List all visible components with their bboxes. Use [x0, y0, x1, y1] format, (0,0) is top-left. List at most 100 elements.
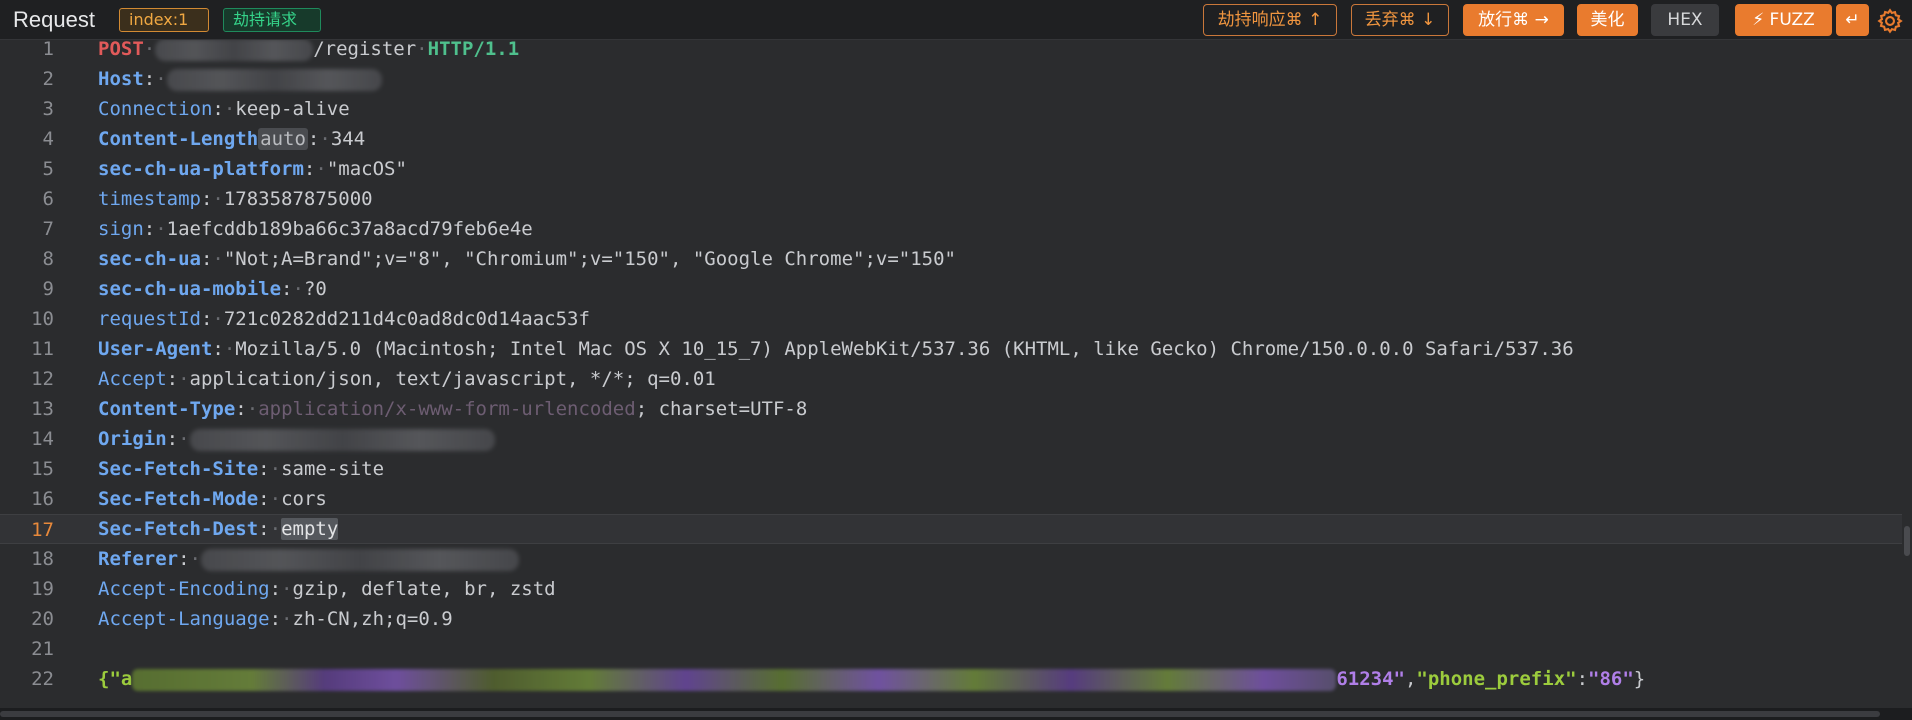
- hex-button[interactable]: HEX: [1651, 4, 1719, 36]
- line-number: 18: [31, 548, 54, 570]
- header-value: gzip, deflate, br, zstd: [292, 578, 556, 600]
- code-line[interactable]: 22 {"a 61234","phone_prefix":"86"}: [0, 664, 1904, 694]
- vertical-scrollbar[interactable]: [1902, 40, 1912, 708]
- code-line[interactable]: 18 Referer:·: [0, 544, 1904, 574]
- code-line[interactable]: 14 Origin:·: [0, 424, 1904, 454]
- header-value: "macOS": [326, 158, 407, 180]
- header-line: sec-ch-ua-platform:·"macOS": [98, 158, 407, 180]
- enter-button[interactable]: ↵: [1836, 4, 1869, 36]
- line-number: 19: [31, 578, 54, 600]
- header-line: Accept-Language:·zh-CN,zh;q=0.9: [98, 608, 453, 630]
- line-number: 15: [31, 458, 54, 480]
- code-line[interactable]: 6 timestamp:·1783587875000: [0, 184, 1904, 214]
- scrollbar-thumb[interactable]: [0, 711, 1880, 717]
- panel-title: Request: [13, 7, 95, 32]
- line-number: 7: [42, 218, 54, 240]
- line-number: 9: [42, 278, 54, 300]
- code-line[interactable]: 20 Accept-Language:·zh-CN,zh;q=0.9: [0, 604, 1904, 634]
- header-value: keep-alive: [235, 98, 350, 120]
- line-number: 1: [42, 40, 54, 60]
- request-editor[interactable]: 1 POST·/register·HTTP/1.1 2 Host:· 3 Con…: [0, 40, 1912, 708]
- header-value: ?0: [303, 278, 327, 300]
- header-key: sec-ch-ua-platform: [98, 158, 304, 180]
- header-key: Connection: [98, 98, 213, 120]
- http-method: POST: [98, 40, 144, 60]
- header-value: cors: [281, 488, 327, 510]
- code-line[interactable]: 21: [0, 634, 1904, 664]
- enter-icon: ↵: [1845, 10, 1860, 30]
- drop-button[interactable]: 丢弃⌘ ↓: [1351, 4, 1449, 36]
- line-number: 14: [31, 428, 54, 450]
- beautify-button[interactable]: 美化: [1577, 4, 1638, 36]
- line-number: 13: [31, 398, 54, 420]
- code-line[interactable]: 2 Host:·: [0, 64, 1904, 94]
- header-key: Accept: [98, 368, 167, 390]
- line-number: 17: [31, 519, 54, 541]
- header-line: Origin:·: [98, 424, 495, 454]
- request-line: POST·/register·HTTP/1.1: [98, 40, 520, 61]
- line-number: 22: [31, 668, 54, 690]
- code-line[interactable]: 19 Accept-Encoding:·gzip, deflate, br, z…: [0, 574, 1904, 604]
- header-line: requestId:·721c0282dd211d4c0ad8dc0d14aac…: [98, 308, 590, 330]
- code-line[interactable]: 4 Content-Length auto:·344: [0, 124, 1904, 154]
- header-key: Referer: [98, 548, 179, 570]
- header-line: Sec-Fetch-Dest:·empty: [98, 518, 339, 540]
- header-line: Content-Length auto:·344: [98, 128, 366, 150]
- header-value: application/json, text/javascript, */*; …: [189, 368, 716, 390]
- header-key: User-Agent: [98, 338, 213, 360]
- redacted-value: [200, 548, 519, 571]
- settings-button[interactable]: [1876, 7, 1904, 35]
- code-line[interactable]: 16 Sec-Fetch-Mode:·cors: [0, 484, 1904, 514]
- code-line[interactable]: 13 Content-Type:·application/x-www-form-…: [0, 394, 1904, 424]
- request-toolbar: Request index:1 劫持请求 劫持响应⌘ ↑ 丢弃⌘ ↓ 放行⌘ →…: [0, 0, 1912, 40]
- redacted-host: [155, 40, 314, 61]
- header-line: Accept:·application/json, text/javascrip…: [98, 368, 716, 390]
- request-path: /register: [313, 40, 417, 60]
- header-value: same-site: [281, 458, 385, 480]
- code-line[interactable]: 9 sec-ch-ua-mobile:·?0: [0, 274, 1904, 304]
- redacted-json: [132, 668, 1337, 691]
- intercept-response-button[interactable]: 劫持响应⌘ ↑: [1203, 4, 1337, 36]
- header-key: Sec-Fetch-Mode: [98, 488, 259, 510]
- header-value: ; charset=UTF-8: [635, 398, 808, 420]
- code-line-active[interactable]: 17 Sec-Fetch-Dest:·empty: [0, 514, 1904, 544]
- header-value: Mozilla/5.0 (Macintosh; Intel Mac OS X 1…: [235, 338, 1574, 360]
- horizontal-scrollbar[interactable]: [0, 708, 1912, 720]
- fuzz-button[interactable]: ⚡ FUZZ: [1735, 4, 1832, 36]
- code-line[interactable]: 3 Connection:·keep-alive: [0, 94, 1904, 124]
- header-key: Sec-Fetch-Dest: [98, 518, 259, 540]
- code-line[interactable]: 10 requestId:·721c0282dd211d4c0ad8dc0d14…: [0, 304, 1904, 334]
- header-key: Host: [98, 68, 144, 90]
- line-number: 16: [31, 488, 54, 510]
- auto-chip[interactable]: auto: [258, 128, 308, 150]
- forward-button[interactable]: 放行⌘ →: [1463, 4, 1564, 36]
- header-value: 344: [330, 128, 366, 150]
- code-line[interactable]: 15 Sec-Fetch-Site:·same-site: [0, 454, 1904, 484]
- line-number: 4: [42, 128, 54, 150]
- code-line[interactable]: 5 sec-ch-ua-platform:·"macOS": [0, 154, 1904, 184]
- json-value: "86": [1588, 668, 1634, 690]
- header-key: Content-Length: [98, 128, 259, 150]
- header-key: sec-ch-ua: [98, 248, 201, 270]
- json-value: 61234": [1336, 668, 1405, 690]
- header-key: Accept-Encoding: [98, 578, 270, 600]
- selected-text[interactable]: empty: [281, 518, 339, 540]
- header-value: 1aefcddb189ba66c37a8acd79feb6e4e: [166, 218, 533, 240]
- header-value: "Not;A=Brand";v="8", "Chromium";v="150",…: [223, 248, 956, 270]
- code-line[interactable]: 11 User-Agent:·Mozilla/5.0 (Macintosh; I…: [0, 334, 1904, 364]
- scrollbar-thumb[interactable]: [1904, 526, 1910, 556]
- header-line: User-Agent:·Mozilla/5.0 (Macintosh; Inte…: [98, 338, 1574, 360]
- code-line[interactable]: 8 sec-ch-ua:·"Not;A=Brand";v="8", "Chrom…: [0, 244, 1904, 274]
- code-line[interactable]: 7 sign:·1aefcddb189ba66c37a8acd79feb6e4e: [0, 214, 1904, 244]
- header-key: Sec-Fetch-Site: [98, 458, 259, 480]
- header-key: requestId: [98, 308, 201, 330]
- header-line: timestamp:·1783587875000: [98, 188, 373, 210]
- redacted-value: [166, 68, 382, 91]
- content-type-muted: application/x-www-form-urlencoded: [258, 398, 636, 420]
- json-body-start: {"a: [98, 668, 133, 690]
- line-number: 20: [31, 608, 54, 630]
- code-line[interactable]: 12 Accept:·application/json, text/javasc…: [0, 364, 1904, 394]
- line-number: 12: [31, 368, 54, 390]
- code-line[interactable]: 1 POST·/register·HTTP/1.1: [0, 40, 1904, 64]
- header-value: zh-CN,zh;q=0.9: [292, 608, 453, 630]
